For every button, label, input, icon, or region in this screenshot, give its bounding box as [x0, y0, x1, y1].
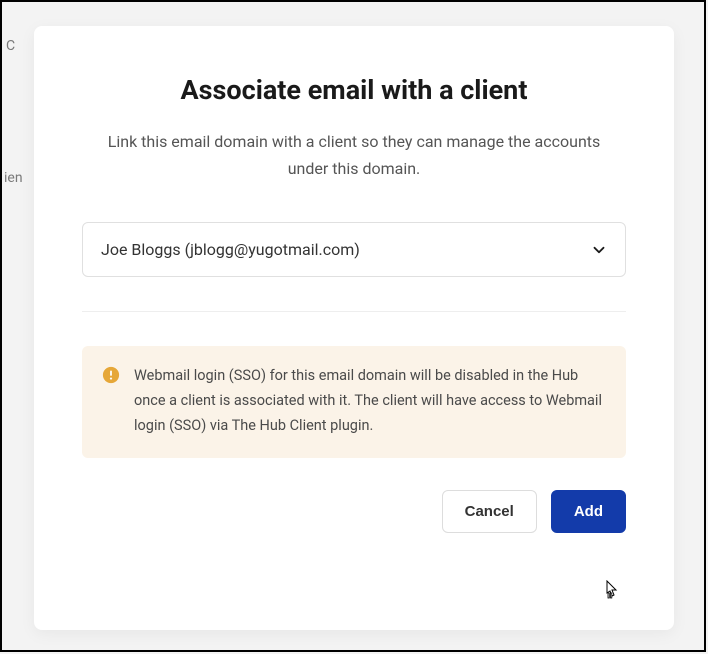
client-select-value[interactable]: Joe Bloggs (jblogg@yugotmail.com): [82, 222, 626, 277]
alert-text: Webmail login (SSO) for this email domai…: [134, 364, 604, 438]
modal-description: Link this email domain with a client so …: [82, 128, 626, 182]
client-select[interactable]: Joe Bloggs (jblogg@yugotmail.com): [82, 222, 626, 277]
divider: [82, 311, 626, 312]
add-button[interactable]: Add: [551, 490, 626, 533]
info-alert: Webmail login (SSO) for this email domai…: [82, 346, 626, 458]
background-text-fragment: C: [6, 38, 15, 54]
background-text-fragment: ien: [4, 170, 23, 186]
associate-email-modal: Associate email with a client Link this …: [34, 26, 674, 630]
cancel-button[interactable]: Cancel: [442, 490, 537, 533]
modal-actions: Cancel Add: [82, 490, 626, 533]
modal-title: Associate email with a client: [82, 74, 626, 106]
exclamation-icon: [102, 366, 120, 384]
